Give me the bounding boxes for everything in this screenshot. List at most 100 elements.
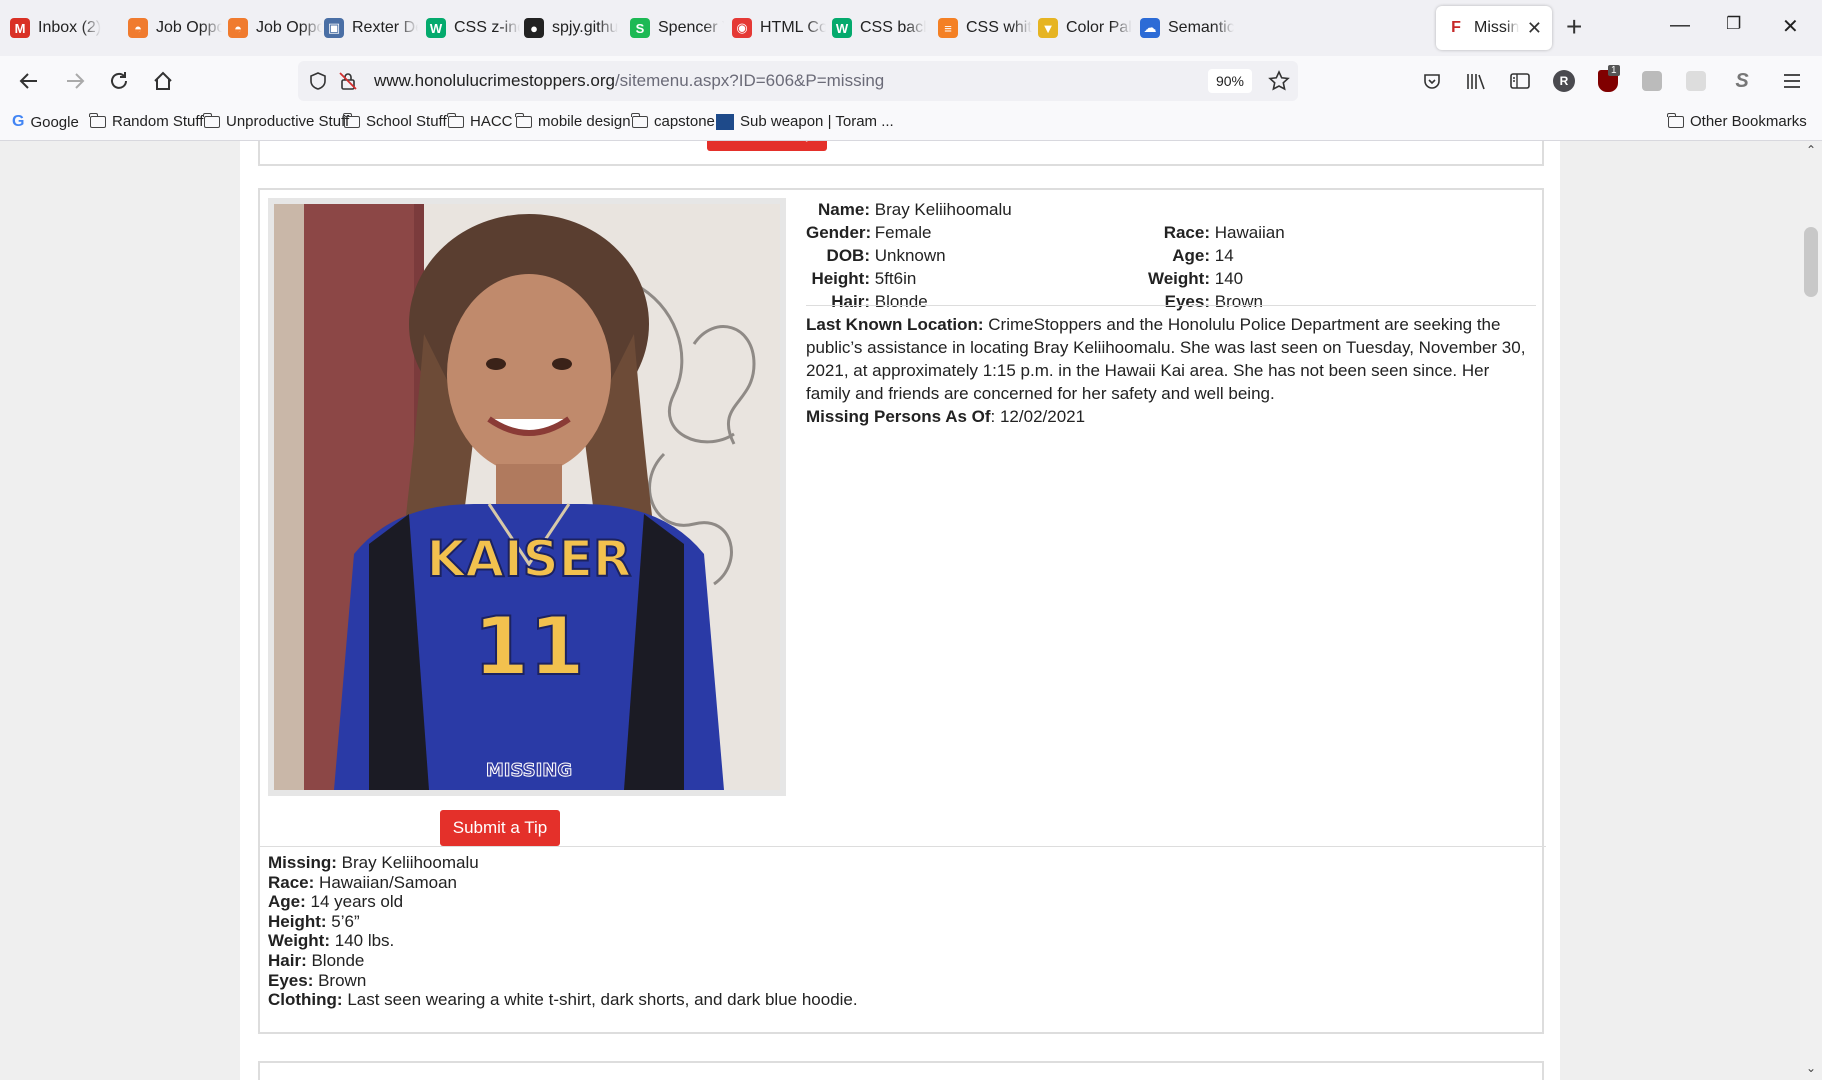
tab-6[interactable]: ● spjy.githul [514,6,628,50]
detail-label: Weight: [268,931,331,951]
bookmark-label: capstone [654,113,715,130]
home-icon [154,71,172,90]
bookmark-label: Sub weapon | Toram ... [740,113,894,130]
ublock-extension-icon[interactable]: 1 [1596,65,1620,93]
zoom-level[interactable]: 90% [1208,69,1252,93]
sidebar-icon[interactable] [1508,69,1532,93]
extension-r-icon[interactable] [1640,69,1664,93]
url-text[interactable]: www.honolulucrimestoppers.org/sitemenu.a… [374,71,884,91]
crimestoppers-icon: F [1446,18,1466,38]
name-value: Bray Keliihoomalu [874,200,1012,219]
extension-square-icon[interactable] [1684,69,1708,93]
orange-app-icon: ◓ [128,18,148,38]
as-of-date: : 12/02/2021 [990,407,1086,426]
tab-5[interactable]: W CSS z-ind [416,6,530,50]
tab-1[interactable]: M Inbox (2) [0,6,114,50]
profile-avatar[interactable]: R [1552,69,1576,93]
other-bookmarks-label: Other Bookmarks [1690,113,1807,130]
insecure-lock-icon[interactable] [338,71,358,91]
page-scrollbar[interactable]: ⌃ ⌄ [1800,141,1822,1080]
tab-2[interactable]: ◓ Job Oppo [118,6,232,50]
gmail-icon: M [10,18,30,38]
detail-label: Eyes: [268,970,314,990]
photo-frame: KAISER 11 MISSING [268,198,786,796]
menu-icon[interactable] [1780,69,1804,93]
restore-icon[interactable]: ❐ [1726,14,1741,34]
last-known-location: Last Known Location: CrimeStoppers and t… [806,313,1536,428]
detail-value: Hawaiian/Samoan [314,872,458,892]
dob-label: DOB: [826,246,870,265]
reload-button[interactable] [106,68,132,94]
tab-title: HTML Col [760,19,826,36]
bookmark-label: Google [30,113,79,131]
w3schools-icon: W [426,18,446,38]
detail-label: Clothing: [268,990,343,1010]
tab-11[interactable]: ▼ Color Pale [1028,6,1142,50]
scroll-up-icon[interactable]: ⌃ [1806,143,1816,157]
scroll-down-icon[interactable]: ⌄ [1806,1061,1816,1075]
as-of-label: Missing Persons As Of [806,407,991,426]
new-tab-button[interactable]: + [1566,13,1582,41]
tab-12[interactable]: ☁ Semantic [1130,6,1244,50]
bookmark-capstone[interactable]: capstone [631,113,715,130]
detail-value: Last seen wearing a white t-shirt, dark … [342,990,858,1010]
pocket-icon[interactable] [1420,69,1444,93]
bookmark-google[interactable]: G Google [12,113,79,131]
tab-title: Semantic [1168,19,1234,36]
gender-label: Gender: [806,223,872,242]
detail-line: Eyes: Brown [268,971,366,991]
tab-9[interactable]: W CSS backg [822,6,936,50]
close-window-icon[interactable]: ✕ [1782,14,1799,39]
forward-button[interactable] [62,68,88,94]
scrollbar-thumb[interactable] [1804,227,1818,297]
folder-icon [1667,113,1684,128]
bookmark-label: School Stuff [366,113,447,130]
bookmark-school-stuff[interactable]: School Stuff [343,113,447,130]
bookmark-sub-weapon-toram[interactable]: Sub weapon | Toram ... [716,113,894,130]
detail-line: Missing: Bray Keliihoomalu [268,853,479,873]
orange-app-icon: ◓ [228,18,248,38]
detail-label: Missing: [268,853,337,872]
stackoverflow-icon: ≡ [938,18,958,38]
tab-active[interactable]: F Missing ✕ [1436,6,1552,50]
back-button[interactable] [16,68,42,94]
bookmark-mobile-design[interactable]: mobile design [515,113,631,130]
other-bookmarks[interactable]: Other Bookmarks [1667,113,1807,130]
url-bar[interactable]: www.honolulucrimestoppers.org/sitemenu.a… [298,61,1298,101]
detail-label: Race: [268,872,315,892]
tab-4[interactable]: ▣ Rexter De [314,6,428,50]
previous-listing-card: Submit a Tip [258,141,1544,166]
star-bookmark-icon[interactable] [1268,70,1290,92]
tab-title: Job Oppo [156,19,222,36]
google-icon: G [12,113,25,130]
detail-value: Brown [313,970,367,990]
weight-label: Weight: [1147,269,1210,288]
tab-7[interactable]: S Spencer Y [620,6,734,50]
missing-overlay-label: MISSING [486,760,572,781]
extension-s-icon[interactable]: S [1730,69,1754,93]
submit-tip-button-previous[interactable]: Submit a Tip [707,141,827,151]
jersey-text: KAISER [427,530,632,588]
cloud-icon: ☁ [1140,18,1160,38]
age-value: 14 [1214,246,1234,265]
height-value: 5ft6in [874,269,917,288]
bookmark-unproductive-stuff[interactable]: Unproductive Stuff [203,113,350,130]
detail-value: 14 years old [305,892,404,912]
missing-person-card: KAISER 11 MISSING Submit a Tip Name: Bra… [258,188,1546,1034]
tab-8[interactable]: ◉ HTML Col [722,6,836,50]
s-logo-icon: S [630,18,650,38]
library-icon[interactable] [1464,69,1488,93]
eyes-value: Brown [1214,292,1263,311]
bookmark-random-stuff[interactable]: Random Stuff [89,113,203,130]
tab-10[interactable]: ≡ CSS white [928,6,1042,50]
close-tab-icon[interactable]: ✕ [1527,18,1542,39]
bookmark-label: Unproductive Stuff [226,113,350,130]
bookmark-hacc[interactable]: HACC [447,113,513,130]
submit-tip-button[interactable]: Submit a Tip [440,810,560,846]
info-divider [806,305,1536,306]
folder-icon [343,113,360,128]
home-button[interactable] [150,68,176,94]
minimize-icon[interactable]: — [1670,14,1690,37]
age-label: Age: [1172,246,1210,265]
shield-icon[interactable] [308,71,328,91]
